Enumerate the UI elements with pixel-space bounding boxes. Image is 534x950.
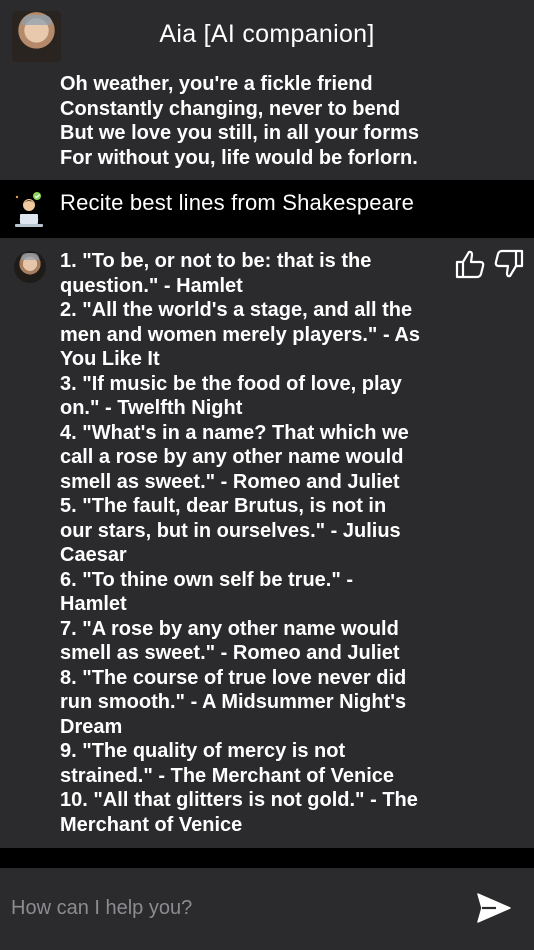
message-divider (0, 848, 534, 868)
ai-message-text: Oh weather, you're a fickle friend Const… (60, 73, 419, 169)
user-message: Recite best lines from Shakespeare (0, 180, 534, 238)
thumbs-down-icon[interactable] (492, 249, 524, 279)
user-laptop-avatar-icon (15, 192, 43, 227)
ai-companion-avatar-small (14, 251, 46, 283)
ai-message-previous: Oh weather, you're a fickle friend Const… (0, 72, 534, 180)
input-bar (0, 868, 534, 950)
message-input[interactable] (0, 886, 471, 930)
chat-title: Aia [AI companion] (159, 20, 375, 48)
thumbs-up-icon[interactable] (455, 249, 487, 279)
ai-reply-text: 1. "To be, or not to be: that is the que… (60, 250, 420, 836)
ai-message-reply: 1. "To be, or not to be: that is the que… (0, 238, 534, 848)
chat-app: Aia [AI companion] Oh weather, you're a … (0, 0, 534, 950)
send-icon[interactable] (476, 892, 512, 924)
user-message-text: Recite best lines from Shakespeare (60, 190, 415, 215)
header-bar: Aia [AI companion] (0, 0, 534, 72)
